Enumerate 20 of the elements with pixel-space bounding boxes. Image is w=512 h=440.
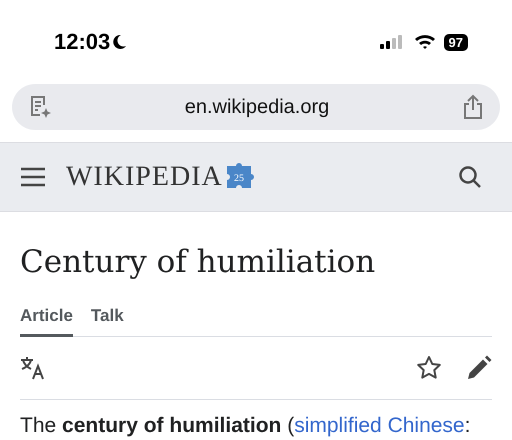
simplified-chinese-link[interactable]: simplified Chinese — [294, 414, 465, 437]
clock-time: 12:03 — [54, 29, 110, 55]
translate-icon[interactable] — [20, 356, 46, 380]
pencil-icon[interactable] — [466, 355, 492, 381]
article-title: Century of humiliation — [20, 244, 376, 280]
address-bar[interactable]: en.wikipedia.org — [12, 84, 500, 130]
url-text[interactable]: en.wikipedia.org — [52, 96, 462, 118]
wifi-icon — [414, 34, 436, 50]
share-icon[interactable] — [462, 94, 484, 120]
signal-icon — [380, 35, 404, 49]
article-tab[interactable]: Article — [20, 300, 73, 337]
article-tab[interactable]: Talk — [90, 300, 124, 337]
menu-icon[interactable] — [20, 167, 46, 187]
moon-icon — [112, 34, 128, 50]
wikipedia-logo[interactable]: WIKIPEDIA — [66, 161, 223, 193]
page-sparkle-icon[interactable] — [28, 94, 52, 120]
search-icon[interactable] — [458, 165, 482, 189]
battery-level: 97 — [444, 34, 468, 50]
star-icon[interactable] — [416, 355, 442, 381]
intro-paragraph: The century of humiliation (simplified Chinese: — [20, 414, 472, 438]
